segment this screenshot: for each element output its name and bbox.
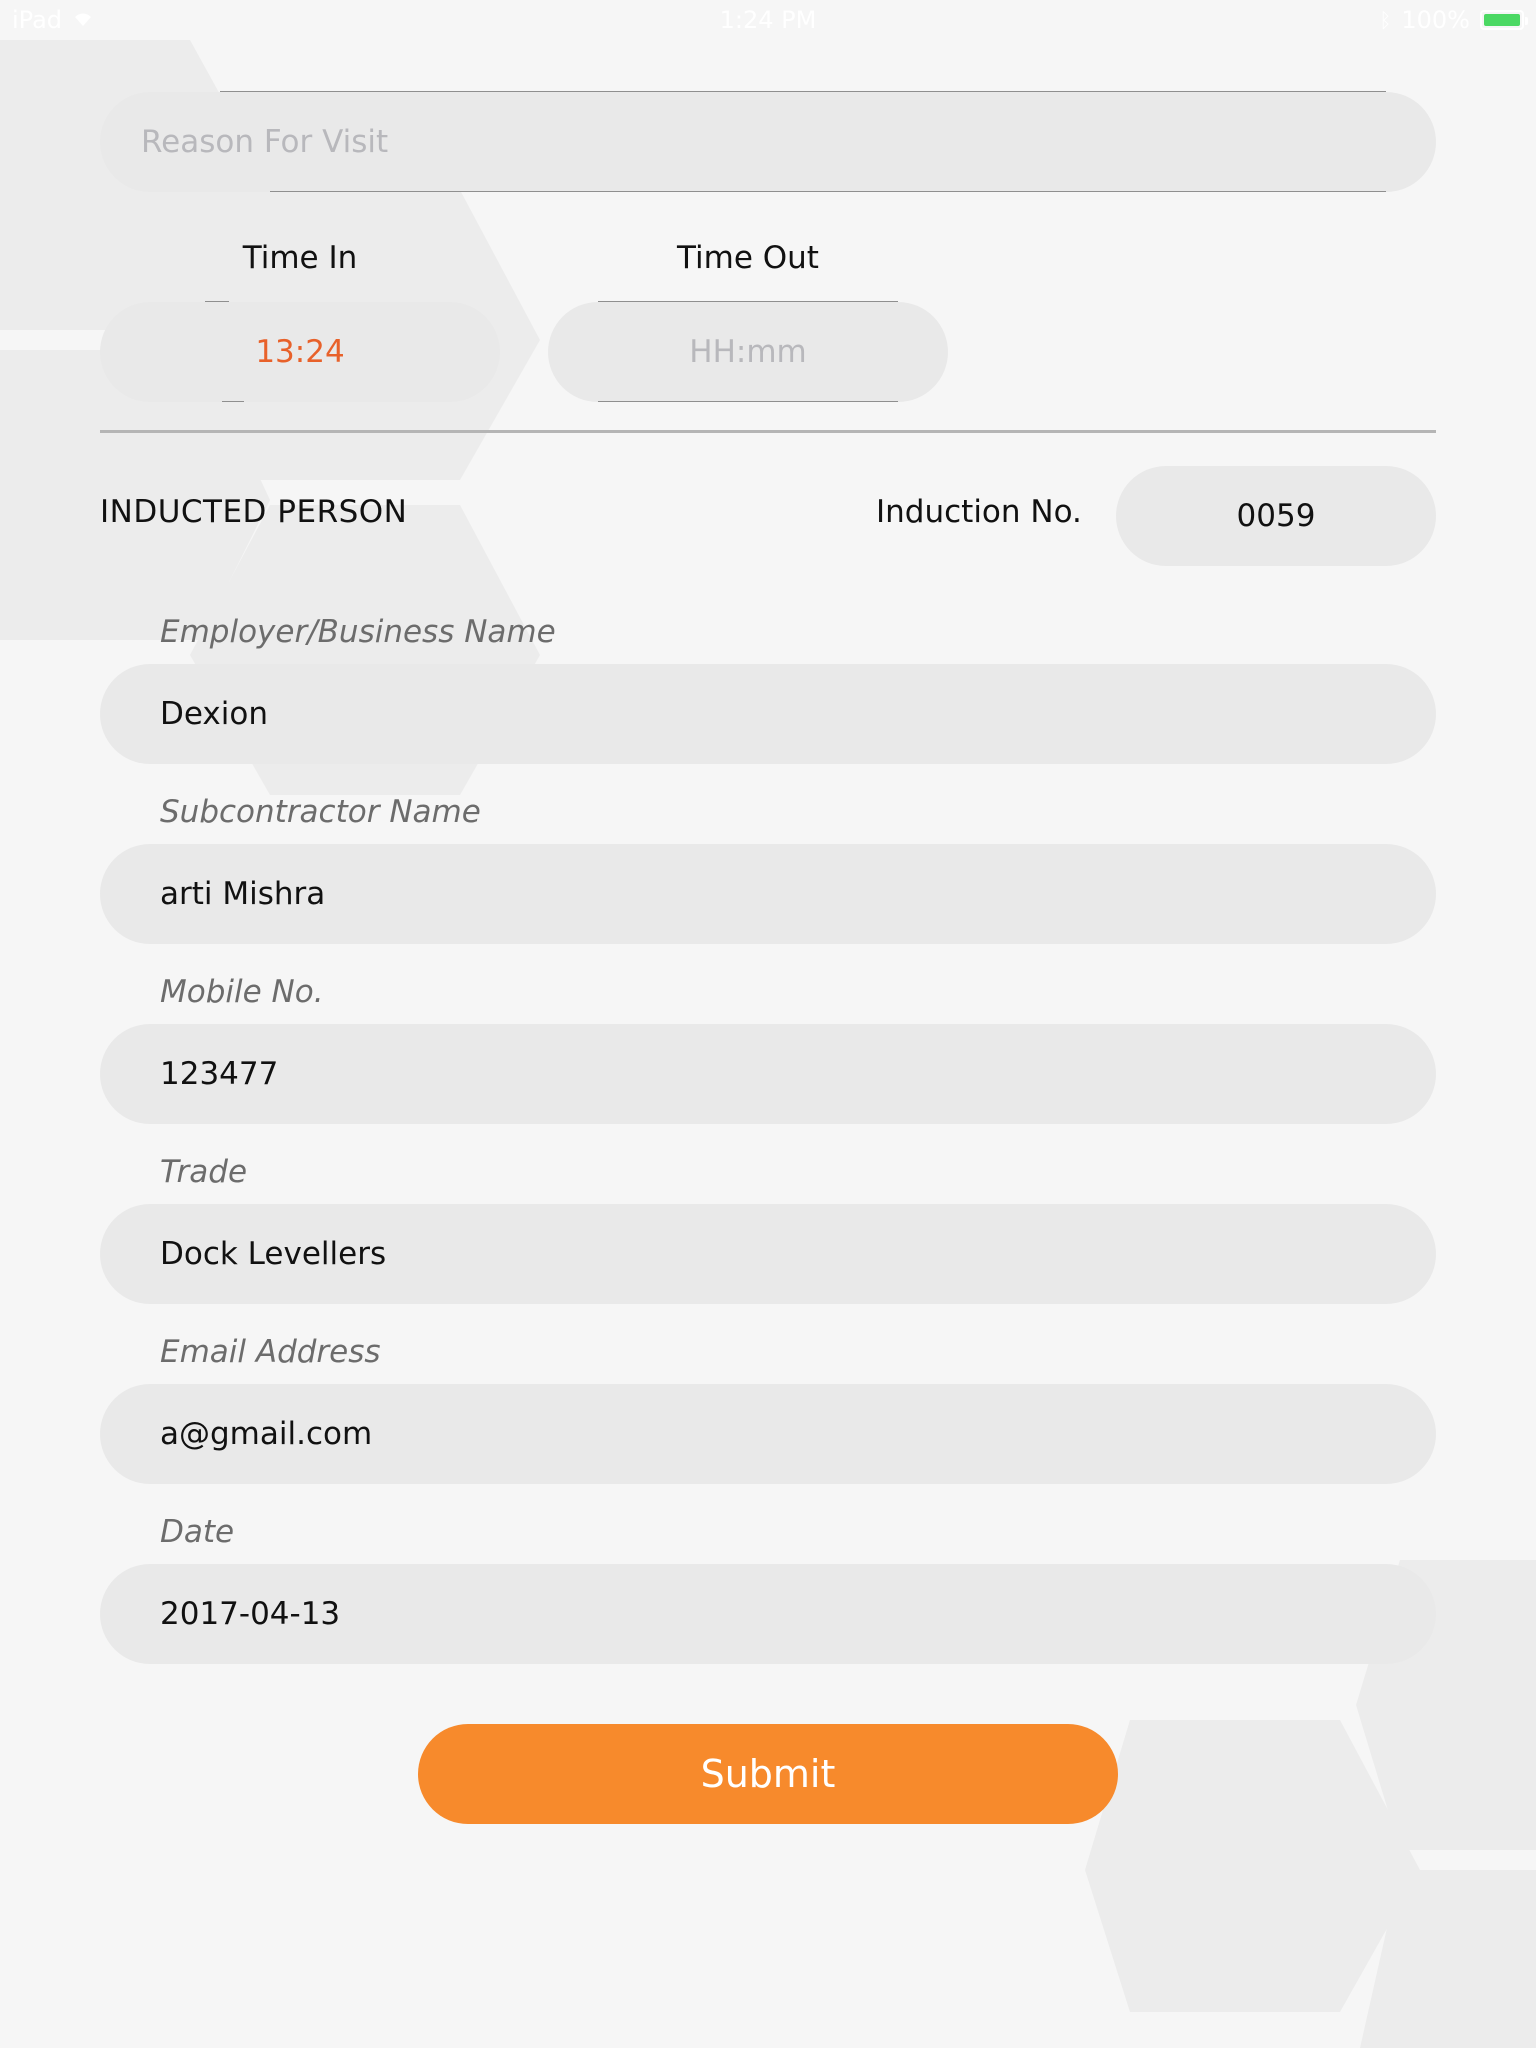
time-out-bottom-border bbox=[598, 401, 898, 402]
email-address-field[interactable]: a@gmail.com bbox=[100, 1384, 1436, 1484]
email-address-label: Email Address bbox=[160, 1334, 381, 1370]
employer-name-field[interactable]: Dexion bbox=[100, 664, 1436, 764]
mobile-number-field[interactable]: 123477 bbox=[100, 1024, 1436, 1124]
induction-number-field: 0059 bbox=[1116, 466, 1436, 566]
employer-name-value: Dexion bbox=[160, 696, 268, 732]
subcontractor-name-value: arti Mishra bbox=[160, 876, 326, 912]
time-out-label: Time Out bbox=[677, 240, 819, 276]
inducted-person-title: INDUCTED PERSON bbox=[100, 494, 408, 530]
date-value: 2017-04-13 bbox=[160, 1596, 341, 1632]
trade-label: Trade bbox=[160, 1154, 248, 1190]
time-out-top-border bbox=[598, 301, 898, 302]
induction-number-label: Induction No. bbox=[876, 494, 1082, 530]
submit-button-label: Submit bbox=[700, 1752, 836, 1796]
battery-percent: 100% bbox=[1401, 6, 1470, 34]
status-bar-right: ᛒ 100% bbox=[1379, 6, 1528, 34]
subcontractor-name-field[interactable]: arti Mishra bbox=[100, 844, 1436, 944]
status-bar: iPad 1:24 PM ᛒ 100% bbox=[0, 0, 1536, 40]
trade-value: Dock Levellers bbox=[160, 1236, 387, 1272]
reason-bottom-border bbox=[270, 191, 1386, 192]
battery-icon bbox=[1480, 10, 1528, 30]
date-field[interactable]: 2017-04-13 bbox=[100, 1564, 1436, 1664]
time-out-placeholder: HH:mm bbox=[689, 334, 807, 370]
hexagon-shape bbox=[1085, 1720, 1420, 2012]
employer-name-label: Employer/Business Name bbox=[160, 614, 556, 650]
battery-level-fill bbox=[1484, 14, 1520, 26]
reason-for-visit-placeholder: Reason For Visit bbox=[141, 124, 389, 160]
time-in-field[interactable]: 13:24 bbox=[100, 302, 500, 402]
time-in-value: 13:24 bbox=[255, 334, 345, 370]
time-in-bottom-border bbox=[222, 401, 244, 402]
mobile-number-label: Mobile No. bbox=[160, 974, 324, 1010]
submit-button[interactable]: Submit bbox=[418, 1724, 1118, 1824]
time-in-top-border bbox=[205, 301, 229, 302]
subcontractor-name-label: Subcontractor Name bbox=[160, 794, 481, 830]
induction-number-value: 0059 bbox=[1236, 498, 1316, 534]
section-divider bbox=[100, 430, 1436, 433]
time-in-label: Time In bbox=[242, 240, 358, 276]
bluetooth-icon: ᛒ bbox=[1379, 8, 1392, 32]
status-bar-time: 1:24 PM bbox=[719, 6, 817, 34]
email-address-value: a@gmail.com bbox=[160, 1416, 373, 1452]
reason-for-visit-input[interactable]: Reason For Visit bbox=[100, 92, 1436, 192]
reason-top-border bbox=[220, 91, 1386, 92]
date-label: Date bbox=[160, 1514, 235, 1550]
time-out-field[interactable]: HH:mm bbox=[548, 302, 948, 402]
mobile-number-value: 123477 bbox=[160, 1056, 279, 1092]
trade-field[interactable]: Dock Levellers bbox=[100, 1204, 1436, 1304]
screen: iPad 1:24 PM ᛒ 100% Reason For Visit Tim… bbox=[0, 0, 1536, 2048]
